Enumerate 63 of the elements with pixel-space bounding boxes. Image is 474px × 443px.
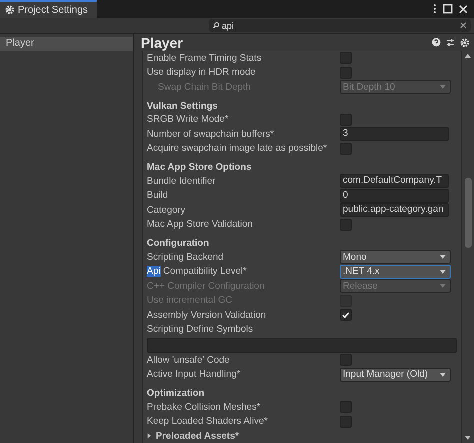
text-field[interactable] [147, 338, 457, 352]
setting-label: Build [147, 190, 170, 202]
checkbox[interactable] [340, 401, 352, 414]
section-header: Configuration [147, 238, 210, 249]
setting-label: Keep Loaded Shaders Alive* [147, 416, 269, 428]
help-icon[interactable] [432, 38, 441, 47]
foldout[interactable]: Preloaded Assets* [147, 430, 240, 442]
caret-icon [440, 270, 446, 274]
setting-label: SRGB Write Mode* [147, 114, 230, 126]
scrollbar[interactable] [462, 51, 474, 443]
setting-label: Api Compatibility Level* [147, 266, 248, 278]
search-field[interactable]: api [209, 19, 471, 32]
section-header: Mac App Store Options [147, 162, 252, 173]
setting-label: Acquire swapchain image late as possible* [147, 143, 328, 154]
setting-label: Mac App Store Validation [147, 219, 254, 230]
checkbox[interactable] [340, 416, 352, 428]
sliders-icon[interactable] [446, 38, 455, 47]
caret-icon [440, 284, 446, 288]
setting-label: Scripting Backend [147, 252, 225, 263]
checkbox[interactable] [340, 66, 352, 79]
dropdown[interactable]: Mono [340, 250, 451, 264]
setting-label: Category [147, 204, 187, 216]
setting-label: Use display in HDR mode [147, 67, 257, 78]
text-field[interactable]: 3 [340, 127, 449, 142]
checkbox[interactable] [340, 142, 352, 155]
text-field[interactable]: public.app-category.gan [340, 203, 449, 218]
clear-icon[interactable] [460, 22, 467, 29]
text-field[interactable]: 0 [340, 188, 449, 203]
dropdown[interactable]: Input Manager (Old) [340, 368, 451, 382]
sidebar-item[interactable]: Player [0, 37, 133, 51]
setting-label: Allow 'unsafe' Code [147, 354, 231, 366]
setting-label: Active Input Handling* [147, 369, 242, 380]
scrollbar-thumb[interactable] [464, 178, 472, 248]
scroll-down-icon[interactable] [465, 436, 471, 440]
triangle-icon [147, 433, 152, 440]
text-field[interactable]: com.DefaultCompany.T [340, 174, 449, 188]
checkbox[interactable] [340, 114, 352, 126]
checkbox[interactable] [340, 354, 352, 366]
settings-icon[interactable] [460, 38, 470, 48]
caret-icon [440, 85, 446, 90]
window-title: Project Settings [18, 4, 88, 16]
setting-label: Bundle Identifier [147, 176, 217, 187]
setting-label: Assembly Version Validation [147, 310, 268, 321]
window-tab[interactable]: Project Settings [0, 0, 97, 18]
close-icon[interactable] [459, 4, 468, 14]
dropdown[interactable]: .NET 4.x [340, 264, 451, 279]
checkbox[interactable] [340, 52, 352, 64]
scroll-up-icon[interactable] [465, 54, 471, 58]
setting-label: Scripting Define Symbols [147, 324, 254, 336]
checkbox[interactable] [340, 309, 352, 322]
panel-title: Player [141, 34, 184, 50]
section-header: Vulkan Settings [147, 100, 218, 112]
checkbox[interactable] [340, 218, 352, 231]
more-icon[interactable] [433, 4, 437, 14]
gear-icon [5, 5, 15, 15]
setting-label: Enable Frame Timing Stats [147, 52, 263, 64]
caret-icon [440, 372, 446, 377]
setting-label: Prebake Collision Meshes* [147, 402, 262, 413]
search-icon [213, 22, 220, 29]
setting-label: Number of swapchain buffers* [147, 128, 276, 140]
section-header: Optimization [147, 388, 205, 399]
caret-icon [440, 255, 446, 260]
maximize-icon[interactable] [443, 4, 453, 14]
